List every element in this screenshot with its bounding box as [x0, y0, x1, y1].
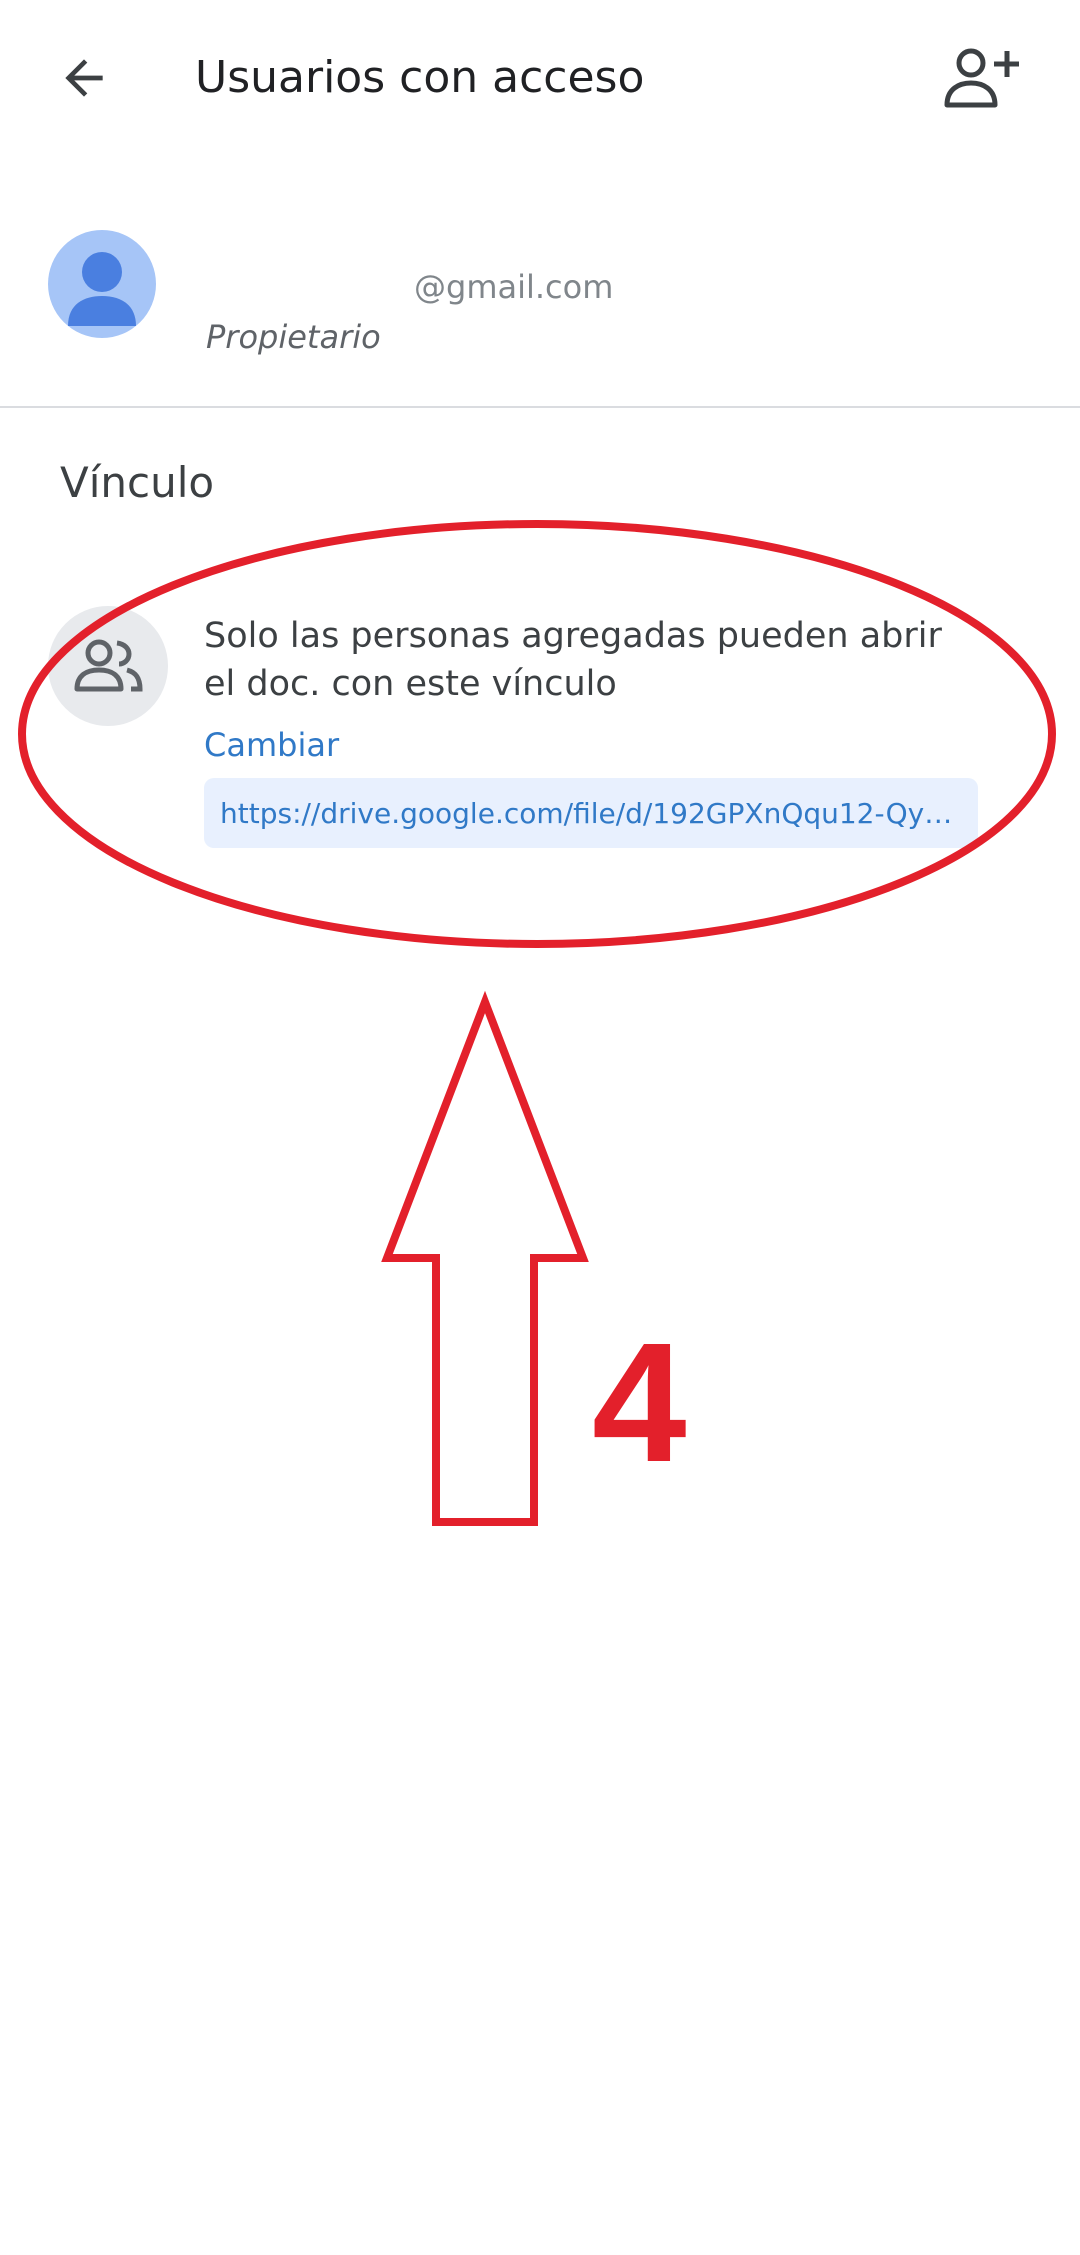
link-url-text: https://drive.google.com/file/d/192GPXnQ… — [220, 796, 962, 830]
people-icon — [74, 639, 143, 692]
change-access-button[interactable]: Cambiar — [204, 726, 339, 764]
link-url-field[interactable]: https://drive.google.com/file/d/192GPXnQ… — [204, 778, 978, 848]
link-access-description: Solo las personas agregadas pueden abrir… — [204, 616, 942, 704]
owner-email: @gmail.com — [414, 268, 614, 306]
owner-role: Propietario — [206, 318, 381, 356]
back-button[interactable] — [40, 38, 128, 118]
annotation-arrow — [381, 990, 589, 1526]
person-add-icon — [944, 48, 1019, 108]
arrow-left-icon — [65, 59, 103, 97]
person-avatar-icon — [48, 230, 156, 338]
annotation-ellipse — [18, 520, 1056, 948]
link-access-icon-container — [48, 606, 168, 726]
app-bar: Usuarios con acceso — [0, 0, 1080, 156]
link-section-title: Vínculo — [60, 458, 215, 507]
annotation-step-number: 4 — [592, 1308, 687, 1498]
add-person-button[interactable] — [930, 36, 1030, 120]
page-title: Usuarios con acceso — [195, 52, 645, 103]
owner-row[interactable]: @gmail.com Propietario — [0, 200, 1080, 400]
divider — [0, 406, 1080, 408]
